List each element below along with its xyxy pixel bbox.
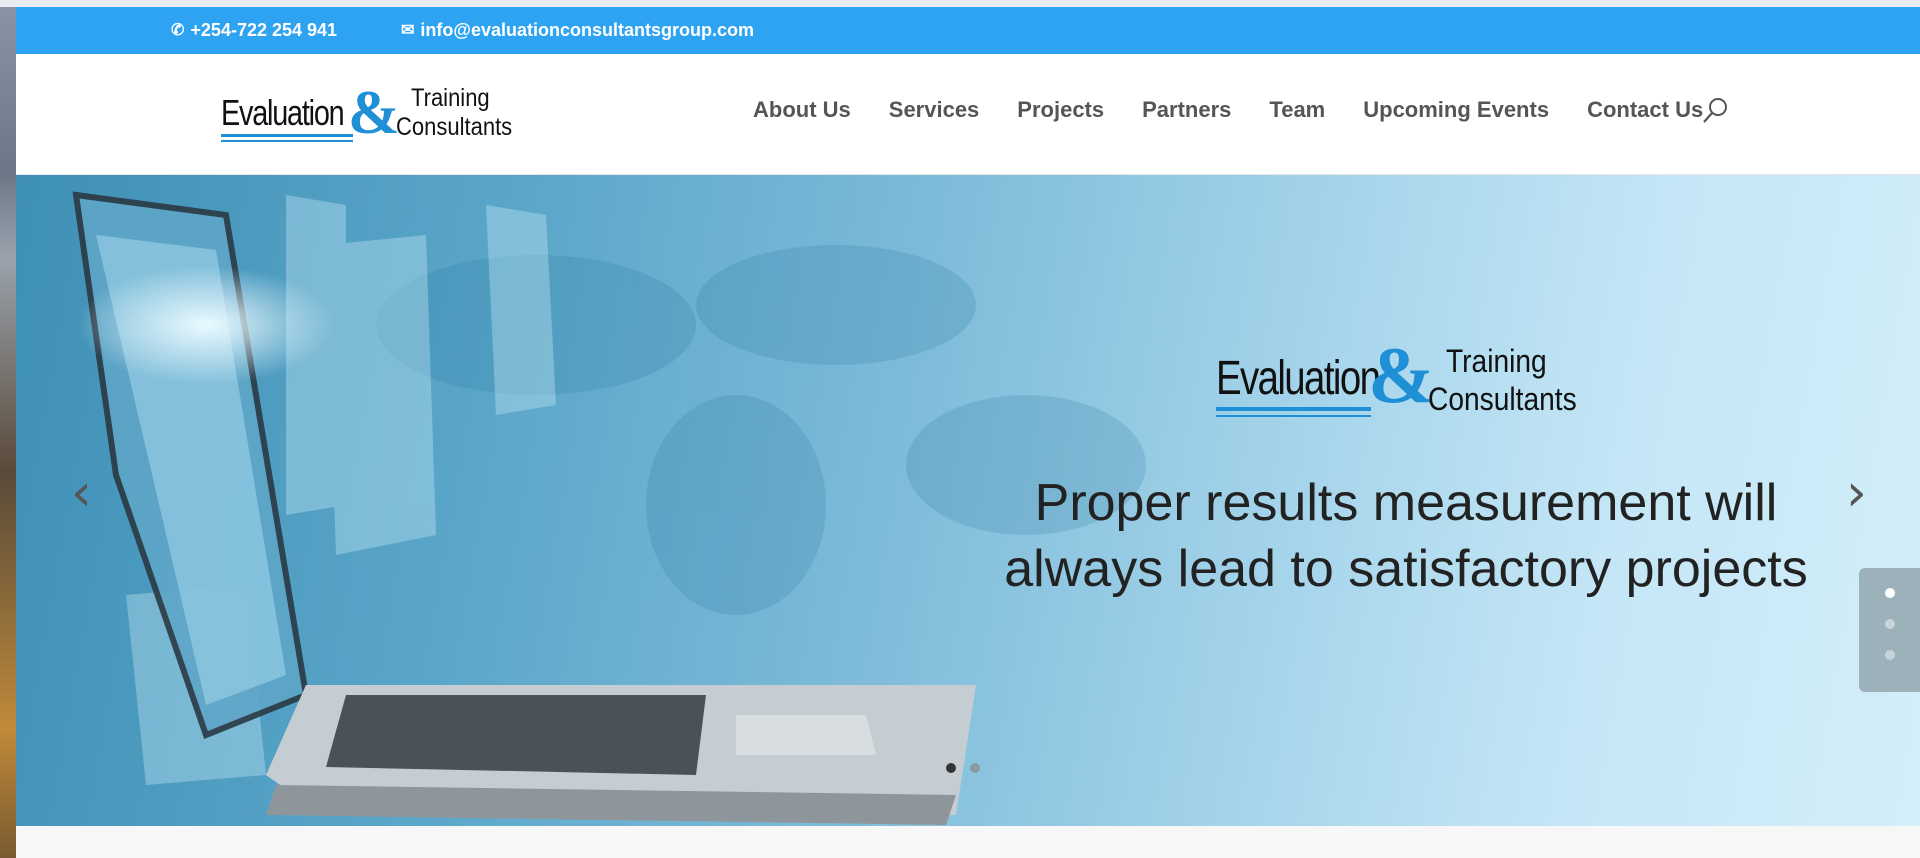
slider-dot-1[interactable] bbox=[946, 763, 956, 773]
nav-team[interactable]: Team bbox=[1269, 97, 1325, 123]
hero-logo-word-training: Training bbox=[1446, 343, 1547, 379]
side-dot-navigation bbox=[1859, 568, 1920, 692]
nav-partners[interactable]: Partners bbox=[1142, 97, 1231, 123]
logo-word-consultants: Consultants bbox=[396, 113, 513, 141]
prev-slide-arrow[interactable]: ‹ bbox=[71, 463, 92, 523]
hero-logo: Evaluation & Training Consultants bbox=[1216, 332, 1586, 423]
email-address: info@evaluationconsultantsgroup.com bbox=[420, 20, 754, 40]
hero-headline-line1: Proper results measurement will bbox=[1034, 474, 1778, 532]
hero-headline: Proper results measurement will always l… bbox=[976, 470, 1836, 602]
nav-contact-us[interactable]: Contact Us bbox=[1587, 97, 1703, 123]
next-slide-arrow[interactable]: › bbox=[1846, 463, 1867, 523]
side-dot-1[interactable] bbox=[1885, 588, 1895, 598]
nav-upcoming-events[interactable]: Upcoming Events bbox=[1363, 97, 1549, 123]
nav-projects[interactable]: Projects bbox=[1017, 97, 1104, 123]
hero-logo-word-consultants: Consultants bbox=[1428, 381, 1577, 417]
email-contact[interactable]: ✉ info@evaluationconsultantsgroup.com bbox=[401, 20, 754, 41]
side-dot-2[interactable] bbox=[1885, 619, 1895, 629]
screen-glow bbox=[76, 265, 336, 385]
side-dot-3[interactable] bbox=[1885, 650, 1895, 660]
laptop-trackpad bbox=[736, 715, 876, 755]
laptop-keyboard bbox=[326, 695, 706, 775]
search-icon[interactable] bbox=[1701, 96, 1731, 126]
hero-logo-underline bbox=[1216, 407, 1371, 411]
hero-headline-line2: always lead to satisfactory projects bbox=[1004, 540, 1808, 598]
main-nav: About Us Services Projects Partners Team… bbox=[753, 97, 1703, 123]
slider-dot-2[interactable] bbox=[970, 763, 980, 773]
site-logo[interactable]: Evaluation & Training Consultants bbox=[221, 79, 531, 147]
hero-logo-ampersand: & bbox=[1368, 332, 1435, 420]
hero-logo-word-evaluation: Evaluation bbox=[1216, 352, 1381, 405]
slider-pagination bbox=[946, 763, 980, 773]
desktop-wallpaper bbox=[0, 0, 16, 858]
logo-underline bbox=[221, 140, 353, 142]
website: ✆ +254-722 254 941 ✉ info@evaluationcons… bbox=[16, 7, 1920, 858]
phone-contact[interactable]: ✆ +254-722 254 941 bbox=[171, 20, 337, 41]
hero-slider: ‹ › Evaluation & Training Consultants Pr… bbox=[16, 175, 1920, 826]
hero-logo-underline bbox=[1216, 415, 1371, 417]
logo-underline bbox=[221, 134, 353, 137]
logo-ampersand: & bbox=[348, 79, 400, 147]
window-top-edge bbox=[0, 0, 1920, 7]
nav-services[interactable]: Services bbox=[889, 97, 980, 123]
site-header: Evaluation & Training Consultants About … bbox=[16, 54, 1920, 175]
phone-number: +254-722 254 941 bbox=[190, 20, 338, 40]
logo-word-evaluation: Evaluation bbox=[221, 92, 345, 133]
nav-about-us[interactable]: About Us bbox=[753, 97, 851, 123]
logo-word-training: Training bbox=[411, 84, 490, 112]
phone-icon: ✆ bbox=[171, 21, 185, 39]
top-bar: ✆ +254-722 254 941 ✉ info@evaluationcons… bbox=[16, 7, 1920, 54]
mail-icon: ✉ bbox=[401, 21, 415, 39]
